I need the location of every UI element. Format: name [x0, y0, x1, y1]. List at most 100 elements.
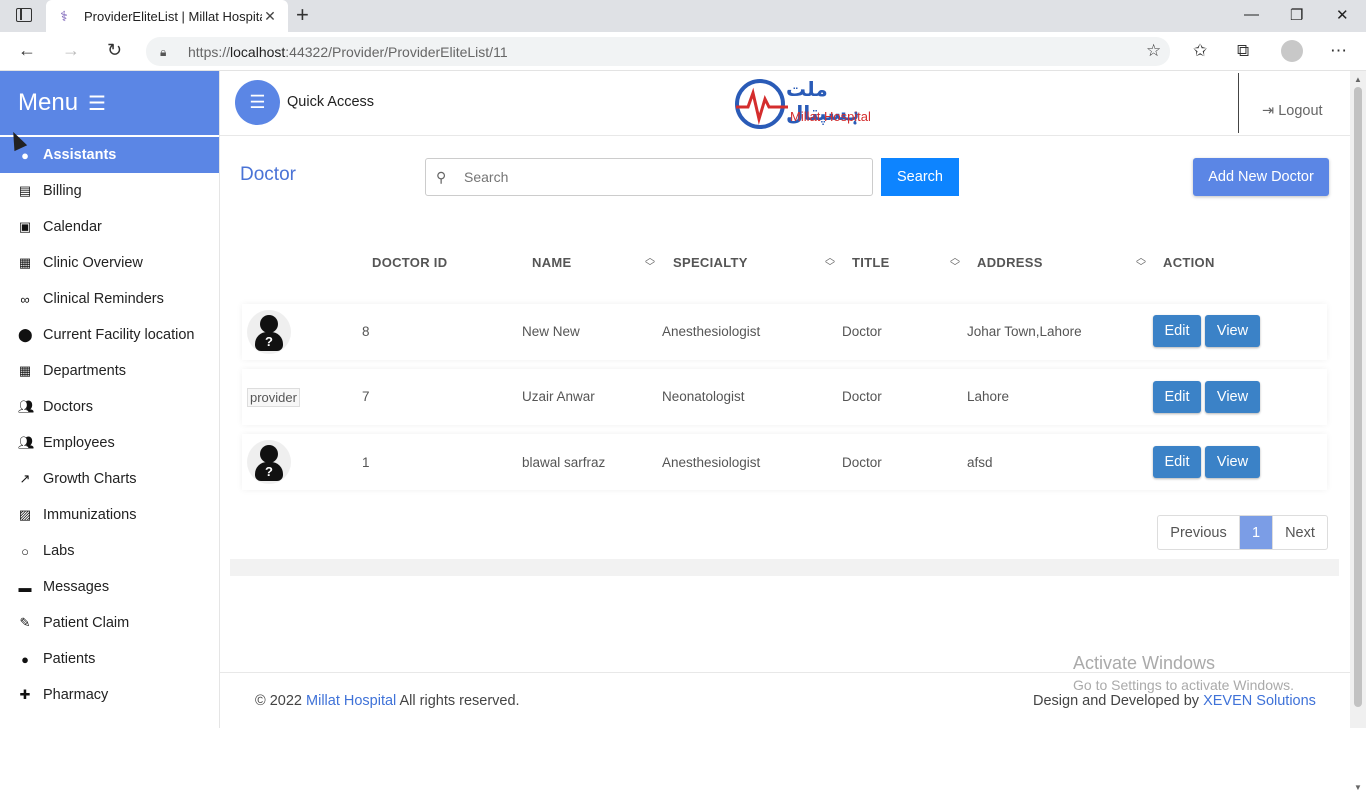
restore-icon[interactable]: ❐ — [1290, 6, 1303, 24]
person-icon: ● — [21, 147, 29, 163]
sidebar-item-calendar[interactable]: ▣ Calendar — [0, 209, 219, 245]
footer-company-link[interactable]: XEVEN Solutions — [1203, 693, 1316, 709]
sort-icon[interactable]: ︿ ﹀ — [949, 254, 961, 273]
edit-button[interactable]: Edit — [1153, 381, 1201, 413]
column-header-title[interactable]: TITLE — [852, 255, 890, 270]
activate-windows-subtitle: Go to Settings to activate Windows. — [1073, 677, 1294, 693]
page-scrollbar[interactable]: ▲ ▼ — [1350, 71, 1366, 792]
add-new-doctor-button[interactable]: Add New Doctor — [1193, 158, 1329, 196]
next-page-button[interactable]: Next — [1273, 516, 1327, 549]
quick-access-button[interactable]: ☰ — [235, 80, 280, 125]
url-prefix: https:// — [188, 43, 231, 60]
title-cell: Doctor — [842, 455, 882, 470]
sidebar-item-clinic-overview[interactable]: ▦ Clinic Overview — [0, 245, 219, 281]
page-1-button[interactable]: 1 — [1240, 516, 1273, 549]
logout-link[interactable]: ⇥ Logout — [1262, 103, 1323, 119]
column-header-address[interactable]: ADDRESS — [977, 255, 1043, 270]
sidebar-item-clinical-reminders[interactable]: ∞ Clinical Reminders — [0, 281, 219, 317]
browser-tabbar: ⚕ ProviderEliteList | Millat Hospital ✕ … — [0, 0, 1366, 32]
sidebar-item-label: Patients — [43, 651, 96, 667]
sidebar-item-label: Doctors — [43, 399, 93, 415]
sidebar-item-patient-claim[interactable]: ✎ Patient Claim — [0, 605, 219, 641]
view-button[interactable]: View — [1205, 381, 1260, 413]
sort-icon[interactable]: ︿ ﹀ — [644, 254, 656, 273]
building-icon: ▦ — [18, 255, 32, 270]
new-tab-icon[interactable]: + — [296, 4, 309, 26]
search-button[interactable]: Search — [881, 158, 959, 196]
quick-access-label[interactable]: Quick Access — [287, 94, 374, 110]
search-input[interactable] — [464, 169, 844, 185]
minimize-icon[interactable]: — — [1244, 6, 1259, 23]
scrollbar-thumb[interactable] — [1354, 87, 1362, 707]
previous-page-button[interactable]: Previous — [1158, 516, 1240, 549]
browser-tab[interactable]: ⚕ ProviderEliteList | Millat Hospital ✕ — [46, 0, 288, 32]
sort-icon[interactable]: ︿ ﹀ — [1135, 254, 1147, 273]
scroll-down-icon[interactable]: ▼ — [1354, 783, 1362, 792]
title-cell: Doctor — [842, 324, 882, 339]
logout-icon: ⇥ — [1262, 103, 1275, 119]
sidebar-item-pharmacy[interactable]: ✚ Pharmacy — [0, 677, 219, 713]
building-icon: ▦ — [18, 363, 32, 378]
edit-button[interactable]: Edit — [1153, 446, 1201, 478]
hatch-icon: ▨ — [18, 507, 32, 522]
url-field[interactable]: 🔒︎ https://localhost:44322/Provider/Prov… — [146, 37, 1170, 66]
close-tab-icon[interactable]: ✕ — [262, 8, 278, 25]
add-favorite-icon[interactable]: ☆ — [1146, 41, 1161, 61]
sidebar-item-employees[interactable]: 👥︎ Employees — [0, 425, 219, 461]
sort-icon[interactable]: ︿ ﹀ — [824, 254, 836, 273]
sidebar-item-label: Employees — [43, 435, 115, 451]
sidebar-item-label: Labs — [43, 543, 75, 559]
clipboard-icon: ▤ — [18, 183, 32, 198]
back-icon[interactable]: ← — [18, 40, 36, 60]
hamburger-icon[interactable]: ☰ — [88, 91, 106, 116]
footer-copyright: © 2022 Millat Hospital All rights reserv… — [255, 693, 520, 709]
sidebar-item-label: Patient Claim — [43, 615, 130, 631]
menu-header[interactable]: Menu ☰ — [0, 71, 219, 135]
broken-provider-image: provider — [247, 388, 300, 407]
calendar-icon: ▣ — [18, 219, 32, 234]
sidebar-item-messages[interactable]: ▬ Messages — [0, 569, 219, 605]
sidebar-item-current-facility-location[interactable]: ⬤ Current Facility location — [0, 317, 219, 353]
search-field[interactable]: ⚲ — [425, 158, 873, 196]
forward-icon[interactable]: → — [62, 40, 80, 60]
location-pin-icon: ⬤ — [18, 327, 33, 342]
footer-brand-link[interactable]: Millat Hospital — [306, 693, 396, 709]
more-options-icon[interactable]: ⋯ — [1330, 41, 1347, 61]
sidebar-item-immunizations[interactable]: ▨ Immunizations — [0, 497, 219, 533]
menu-label: Menu — [18, 89, 79, 116]
column-header-name[interactable]: NAME — [532, 255, 571, 270]
column-header-specialty[interactable]: SPECIALTY — [673, 255, 748, 270]
profile-avatar[interactable] — [1281, 40, 1303, 62]
sidebar-item-doctors[interactable]: 👥︎ Doctors — [0, 389, 219, 425]
people-icon: 👥︎ — [18, 399, 35, 414]
logout-label: Logout — [1278, 103, 1323, 119]
tab-actions-icon[interactable] — [16, 8, 32, 22]
sidebar-item-growth-charts[interactable]: ↗ Growth Charts — [0, 461, 219, 497]
sidebar-item-assistants[interactable]: ● Assistants — [0, 137, 219, 173]
refresh-icon[interactable]: ↻ — [107, 40, 122, 60]
view-button[interactable]: View — [1205, 446, 1260, 478]
sidebar-item-billing[interactable]: ▤ Billing — [0, 173, 219, 209]
address-cell: Lahore — [967, 389, 1010, 404]
table-row: ? 1 blawal sarfraz Anesthesiologist Doct… — [242, 434, 1327, 490]
table-row: ? 8 New New Anesthesiologist Doctor Joha… — [242, 304, 1327, 360]
collections-icon[interactable]: ⧉ — [1237, 41, 1249, 61]
sidebar-item-labs[interactable]: ○ Labs — [0, 533, 219, 569]
unknown-person-avatar-icon: ? — [247, 440, 291, 484]
sidebar-item-label: Billing — [43, 183, 82, 199]
design-prefix: Design and Developed by — [1033, 693, 1200, 709]
header-divider — [1238, 73, 1239, 133]
sidebar-item-departments[interactable]: ▦ Departments — [0, 353, 219, 389]
pharmacy-icon: ✚ — [19, 687, 31, 702]
sidebar-item-label: Assistants — [43, 147, 117, 163]
close-window-icon[interactable]: ✕ — [1336, 6, 1349, 24]
scroll-up-icon[interactable]: ▲ — [1354, 75, 1362, 84]
favorites-icon[interactable]: ✩ — [1193, 41, 1207, 61]
address-bar: ← → ↻ 🔒︎ https://localhost:44322/Provide… — [0, 32, 1366, 71]
column-header-doctor-id[interactable]: DOCTOR ID — [372, 255, 447, 270]
hospital-logo: ملت ہسپتال Millat Hospital — [732, 75, 888, 133]
edit-button[interactable]: Edit — [1153, 315, 1201, 347]
people-icon: 👥︎ — [18, 435, 35, 450]
view-button[interactable]: View — [1205, 315, 1260, 347]
sidebar-item-patients[interactable]: ● Patients — [0, 641, 219, 677]
